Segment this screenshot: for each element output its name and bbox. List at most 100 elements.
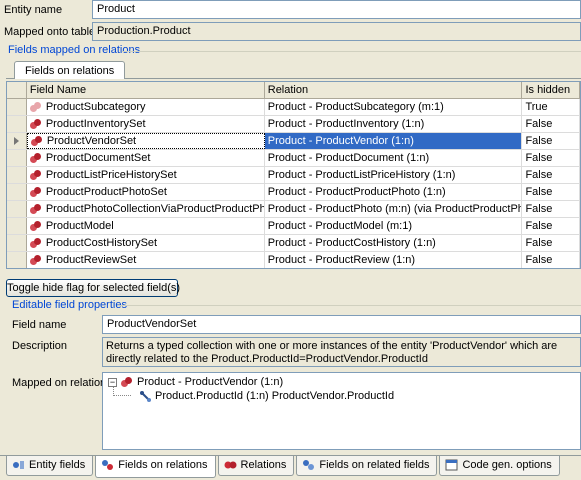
row-header-corner bbox=[7, 82, 27, 98]
field-name-cell[interactable]: ProductReviewSet bbox=[27, 252, 265, 268]
grid-header: Field Name Relation Is hidden bbox=[7, 82, 580, 99]
field-name-cell[interactable]: ProductDocumentSet bbox=[27, 150, 265, 166]
column-header-relation[interactable]: Relation bbox=[265, 82, 523, 98]
is-hidden-cell[interactable]: True bbox=[522, 99, 580, 115]
relation-cell[interactable]: Product - ProductReview (1:n) bbox=[265, 252, 523, 268]
row-header[interactable] bbox=[7, 133, 27, 149]
entity-field-icon bbox=[29, 169, 42, 181]
table-row[interactable]: ProductProductPhotoSet Product - ProductP… bbox=[7, 184, 580, 201]
row-header[interactable] bbox=[7, 99, 27, 115]
field-name-cell[interactable]: ProductCostHistorySet bbox=[27, 235, 265, 251]
table-row[interactable]: ProductReviewSet Product - ProductReview … bbox=[7, 252, 580, 268]
row-header[interactable] bbox=[7, 167, 27, 183]
fields-on-relations-icon bbox=[101, 459, 114, 471]
relation-cell[interactable]: Product - ProductCostHistory (1:n) bbox=[265, 235, 523, 251]
field-name-text: ProductCostHistorySet bbox=[45, 237, 158, 249]
field-name-cell[interactable]: ProductInventorySet bbox=[27, 116, 265, 132]
field-name-cell[interactable]: ProductPhotoCollectionViaProductProductP… bbox=[27, 201, 265, 217]
relation-cell[interactable]: Product - ProductDocument (1:n) bbox=[265, 150, 523, 166]
field-name-text: ProductSubcategory bbox=[45, 101, 146, 113]
relations-icon bbox=[224, 459, 237, 471]
row-header[interactable] bbox=[7, 184, 27, 200]
field-name-text: ProductModel bbox=[45, 220, 114, 232]
collapse-toggle-icon[interactable]: − bbox=[108, 378, 117, 387]
entity-field-icon bbox=[29, 220, 42, 232]
entity-name-field[interactable]: Product bbox=[92, 0, 581, 19]
entity-field-icon bbox=[29, 118, 42, 130]
is-hidden-cell[interactable]: False bbox=[522, 167, 580, 183]
row-header[interactable] bbox=[7, 116, 27, 132]
relation-cell[interactable]: Product - ProductSubcategory (m:1) bbox=[265, 99, 523, 115]
field-name-text: ProductDocumentSet bbox=[45, 152, 151, 164]
is-hidden-cell[interactable]: False bbox=[522, 116, 580, 132]
bottom-tab-label: Relations bbox=[240, 459, 287, 471]
related-fields-icon bbox=[302, 459, 315, 471]
is-hidden-cell[interactable]: False bbox=[522, 184, 580, 200]
entity-field-icon bbox=[29, 101, 42, 113]
bottom-tab-relations[interactable]: Relations bbox=[217, 456, 295, 476]
code-gen-icon bbox=[445, 459, 458, 471]
tree-node-field-mapping[interactable]: Product.ProductId (1:n) ProductVendor.Pr… bbox=[139, 390, 394, 402]
field-name-cell[interactable]: ProductListPriceHistorySet bbox=[27, 167, 265, 183]
field-name-input[interactable]: ProductVendorSet bbox=[102, 315, 581, 334]
mapped-relation-tree[interactable]: − Product - ProductVendor (1:n) Product.… bbox=[102, 372, 581, 450]
relation-cell[interactable]: Product - ProductListPriceHistory (1:n) bbox=[265, 167, 523, 183]
relation-cell[interactable]: Product - ProductPhoto (m:n) (via Produc… bbox=[265, 201, 523, 217]
column-header-is-hidden[interactable]: Is hidden bbox=[522, 82, 580, 98]
entity-field-icon bbox=[29, 152, 42, 164]
table-row[interactable]: ProductDocumentSet Product - ProductDocum… bbox=[7, 150, 580, 167]
description-field[interactable]: Returns a typed collection with one or m… bbox=[102, 337, 581, 367]
toggle-hide-flag-button[interactable]: Toggle hide flag for selected field(s) bbox=[6, 279, 180, 297]
relation-cell[interactable]: Product - ProductModel (m:1) bbox=[265, 218, 523, 234]
entity-field-icon bbox=[29, 186, 42, 198]
bottom-tab-fields-on-relations[interactable]: Fields on relations bbox=[95, 456, 216, 478]
row-header[interactable] bbox=[7, 150, 27, 166]
bottom-tab-code-gen-options[interactable]: Code gen. options bbox=[439, 456, 560, 476]
bottom-tab-entity-fields[interactable]: Entity fields bbox=[6, 456, 94, 476]
field-name-cell[interactable]: ProductProductPhotoSet bbox=[27, 184, 265, 200]
is-hidden-cell[interactable]: False bbox=[522, 201, 580, 217]
relation-cell[interactable]: Product - ProductProductPhoto (1:n) bbox=[265, 184, 523, 200]
mapped-table-label: Mapped onto table bbox=[4, 26, 96, 38]
table-row[interactable]: ProductPhotoCollectionViaProductProductP… bbox=[7, 201, 580, 218]
bottom-tab-label: Fields on related fields bbox=[319, 459, 430, 471]
field-name-label: Field name bbox=[12, 319, 67, 331]
relation-cell[interactable]: Product - ProductInventory (1:n) bbox=[265, 116, 523, 132]
editable-group-divider bbox=[118, 305, 581, 306]
row-header[interactable] bbox=[7, 235, 27, 251]
table-row[interactable]: ProductListPriceHistorySet Product - Prod… bbox=[7, 167, 580, 184]
tab-fields-on-relations[interactable]: Fields on relations bbox=[14, 61, 126, 79]
entity-field-icon bbox=[29, 254, 42, 266]
table-row[interactable]: ProductModel Product - ProductModel (m:1)… bbox=[7, 218, 580, 235]
relation-cell[interactable]: Product - ProductVendor (1:n) bbox=[264, 133, 523, 149]
table-row[interactable]: ProductCostHistorySet Product - ProductCo… bbox=[7, 235, 580, 252]
bottom-tab-label: Code gen. options bbox=[462, 459, 552, 471]
is-hidden-cell[interactable]: False bbox=[522, 218, 580, 234]
field-name-cell[interactable]: ProductVendorSet bbox=[26, 133, 265, 149]
row-header[interactable] bbox=[7, 252, 27, 268]
field-name-text: ProductPhotoCollectionViaProductProductP… bbox=[45, 203, 265, 215]
field-name-cell[interactable]: ProductModel bbox=[27, 218, 265, 234]
fields-grid: Field Name Relation Is hidden ProductSub… bbox=[6, 81, 581, 269]
is-hidden-cell[interactable]: False bbox=[522, 133, 580, 149]
row-header[interactable] bbox=[7, 218, 27, 234]
table-row[interactable]: ProductInventorySet Product - ProductInve… bbox=[7, 116, 580, 133]
editable-group-title: Editable field properties bbox=[12, 299, 127, 311]
tree-node-relation[interactable]: Product - ProductVendor (1:n) bbox=[121, 376, 283, 388]
is-hidden-cell[interactable]: False bbox=[522, 235, 580, 251]
field-name-cell[interactable]: ProductSubcategory bbox=[27, 99, 265, 115]
is-hidden-cell[interactable]: False bbox=[522, 150, 580, 166]
table-row[interactable]: ProductSubcategory Product - ProductSubca… bbox=[7, 99, 580, 116]
column-header-field-name[interactable]: Field Name bbox=[27, 82, 265, 98]
is-hidden-cell[interactable]: False bbox=[522, 252, 580, 268]
bottom-tab-strip: Entity fields Fields on relations Relation… bbox=[6, 456, 560, 478]
table-row[interactable]: ProductVendorSet Product - ProductVendor … bbox=[7, 133, 580, 150]
bottom-tab-label: Fields on relations bbox=[118, 459, 208, 471]
bottom-tab-label: Entity fields bbox=[29, 459, 86, 471]
entity-name-label: Entity name bbox=[4, 4, 63, 16]
entity-field-icon bbox=[30, 135, 43, 147]
fields-group-divider bbox=[122, 51, 581, 52]
current-row-arrow-icon bbox=[13, 137, 19, 145]
row-header[interactable] bbox=[7, 201, 27, 217]
bottom-tab-fields-on-related-fields[interactable]: Fields on related fields bbox=[296, 456, 438, 476]
